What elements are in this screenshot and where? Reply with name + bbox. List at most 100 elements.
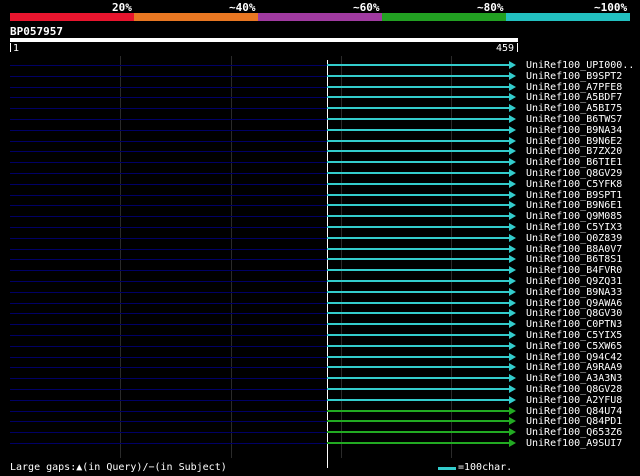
- alignment-bar[interactable]: [327, 150, 509, 152]
- hit-label[interactable]: UniRef100_Q9M085: [526, 211, 622, 222]
- hit-label[interactable]: UniRef100_Q9ZQ31: [526, 276, 622, 287]
- hit-label[interactable]: UniRef100_C0PTN3: [526, 319, 622, 330]
- hit-row[interactable]: UniRef100_A9RAA9: [0, 362, 640, 373]
- alignment-bar[interactable]: [327, 410, 509, 412]
- hit-label[interactable]: UniRef100_C5YIX3: [526, 222, 622, 233]
- alignment-bar[interactable]: [327, 226, 509, 228]
- hit-label[interactable]: UniRef100_B9NA34: [526, 125, 622, 136]
- hit-row[interactable]: UniRef100_A3A3N3: [0, 373, 640, 384]
- hit-row[interactable]: UniRef100_A5BDF7: [0, 92, 640, 103]
- hit-row[interactable]: UniRef100_A5BI75: [0, 103, 640, 114]
- alignment-bar[interactable]: [327, 312, 509, 314]
- alignment-bar[interactable]: [327, 183, 509, 185]
- alignment-bar[interactable]: [327, 258, 509, 260]
- hit-row[interactable]: UniRef100_UPI000..: [0, 60, 640, 71]
- hit-label[interactable]: UniRef100_B6TWS7: [526, 114, 622, 125]
- hit-row[interactable]: UniRef100_Q8GV28: [0, 384, 640, 395]
- alignment-bar[interactable]: [327, 107, 509, 109]
- alignment-bar[interactable]: [327, 291, 509, 293]
- alignment-bar[interactable]: [327, 215, 509, 217]
- alignment-bar[interactable]: [327, 334, 509, 336]
- alignment-bar[interactable]: [327, 194, 509, 196]
- arrow-right-icon: [509, 191, 516, 199]
- hit-row[interactable]: UniRef100_C5YIX5: [0, 330, 640, 341]
- alignment-bar[interactable]: [327, 75, 509, 77]
- hit-row[interactable]: UniRef100_B9SPT2: [0, 71, 640, 82]
- hit-row[interactable]: UniRef100_Q8GV29: [0, 168, 640, 179]
- hit-label[interactable]: UniRef100_Q8GV28: [526, 384, 622, 395]
- hit-row[interactable]: UniRef100_B9N6E1: [0, 200, 640, 211]
- hit-label[interactable]: UniRef100_C5XW65: [526, 341, 622, 352]
- arrow-right-icon: [509, 104, 516, 112]
- hit-row[interactable]: UniRef100_B7ZX20: [0, 146, 640, 157]
- hit-label[interactable]: UniRef100_C5YFK8: [526, 179, 622, 190]
- hit-label[interactable]: UniRef100_B4FVR0: [526, 265, 622, 276]
- alignment-bar[interactable]: [327, 172, 509, 174]
- hit-label[interactable]: UniRef100_B9N6E1: [526, 200, 622, 211]
- alignment-bar[interactable]: [327, 140, 509, 142]
- hit-row[interactable]: UniRef100_B6TWS7: [0, 114, 640, 125]
- hit-label[interactable]: UniRef100_B9NA33: [526, 287, 622, 298]
- hit-row[interactable]: UniRef100_Q0Z839: [0, 233, 640, 244]
- alignment-bar[interactable]: [327, 399, 509, 401]
- hit-label[interactable]: UniRef100_A5BDF7: [526, 92, 622, 103]
- alignment-bar[interactable]: [327, 302, 509, 304]
- alignment-bar[interactable]: [327, 237, 509, 239]
- hit-row[interactable]: UniRef100_C5YFK8: [0, 179, 640, 190]
- alignment-bar[interactable]: [327, 280, 509, 282]
- hit-label[interactable]: UniRef100_Q653Z6: [526, 427, 622, 438]
- hit-row[interactable]: UniRef100_Q8GV30: [0, 308, 640, 319]
- hit-label[interactable]: UniRef100_A3A3N3: [526, 373, 622, 384]
- hit-label[interactable]: UniRef100_A9SUI7: [526, 438, 622, 449]
- alignment-bar[interactable]: [327, 129, 509, 131]
- hit-row[interactable]: UniRef100_A9SUI7: [0, 438, 640, 449]
- alignment-bar[interactable]: [327, 161, 509, 163]
- hit-label[interactable]: UniRef100_B6T8S1: [526, 254, 622, 265]
- hit-label[interactable]: UniRef100_A5BI75: [526, 103, 622, 114]
- hit-label[interactable]: UniRef100_A2YFU8: [526, 395, 622, 406]
- hit-label[interactable]: UniRef100_B9SPT2: [526, 71, 622, 82]
- hit-label[interactable]: UniRef100_Q0Z839: [526, 233, 622, 244]
- alignment-bar[interactable]: [327, 345, 509, 347]
- hit-label[interactable]: UniRef100_Q8GV30: [526, 308, 622, 319]
- alignment-bar[interactable]: [327, 96, 509, 98]
- hit-label[interactable]: UniRef100_C5YIX5: [526, 330, 622, 341]
- hit-label[interactable]: UniRef100_Q8GV29: [526, 168, 622, 179]
- alignment-bar[interactable]: [327, 248, 509, 250]
- alignment-bar[interactable]: [327, 86, 509, 88]
- hit-label[interactable]: UniRef100_Q84PD1: [526, 416, 622, 427]
- hit-label[interactable]: UniRef100_B6TIE1: [526, 157, 622, 168]
- alignment-bar[interactable]: [327, 64, 509, 66]
- hit-row[interactable]: UniRef100_C0PTN3: [0, 319, 640, 330]
- hit-label[interactable]: UniRef100_A9RAA9: [526, 362, 622, 373]
- alignment-bar[interactable]: [327, 420, 509, 422]
- hit-row[interactable]: UniRef100_Q653Z6: [0, 427, 640, 438]
- hit-row[interactable]: UniRef100_Q9ZQ31: [0, 276, 640, 287]
- alignment-bar[interactable]: [327, 431, 509, 433]
- alignment-bar[interactable]: [327, 323, 509, 325]
- hit-row[interactable]: UniRef100_C5XW65: [0, 341, 640, 352]
- arrow-right-icon: [509, 255, 516, 263]
- arrow-right-icon: [509, 147, 516, 155]
- hit-row[interactable]: UniRef100_B6T8S1: [0, 254, 640, 265]
- hit-row[interactable]: UniRef100_Q84PD1: [0, 416, 640, 427]
- hit-row[interactable]: UniRef100_B9NA33: [0, 287, 640, 298]
- hit-row[interactable]: UniRef100_A2YFU8: [0, 395, 640, 406]
- alignment-bar[interactable]: [327, 204, 509, 206]
- hit-row[interactable]: UniRef100_B9NA34: [0, 125, 640, 136]
- hit-row[interactable]: UniRef100_C5YIX3: [0, 222, 640, 233]
- alignment-bar[interactable]: [327, 356, 509, 358]
- alignment-bar[interactable]: [327, 366, 509, 368]
- hit-label[interactable]: UniRef100_UPI000..: [526, 60, 634, 71]
- alignment-bar[interactable]: [327, 269, 509, 271]
- alignment-bar[interactable]: [327, 118, 509, 120]
- hit-row[interactable]: UniRef100_B6TIE1: [0, 157, 640, 168]
- unaligned-region: [10, 87, 327, 88]
- alignment-bar[interactable]: [327, 442, 509, 444]
- hit-row[interactable]: UniRef100_Q9M085: [0, 211, 640, 222]
- hit-row[interactable]: UniRef100_B4FVR0: [0, 265, 640, 276]
- alignment-bar[interactable]: [327, 377, 509, 379]
- hit-label[interactable]: UniRef100_B7ZX20: [526, 146, 622, 157]
- gap-legend: Large gaps:▲(in Query)/−(in Subject): [10, 462, 227, 473]
- alignment-bar[interactable]: [327, 388, 509, 390]
